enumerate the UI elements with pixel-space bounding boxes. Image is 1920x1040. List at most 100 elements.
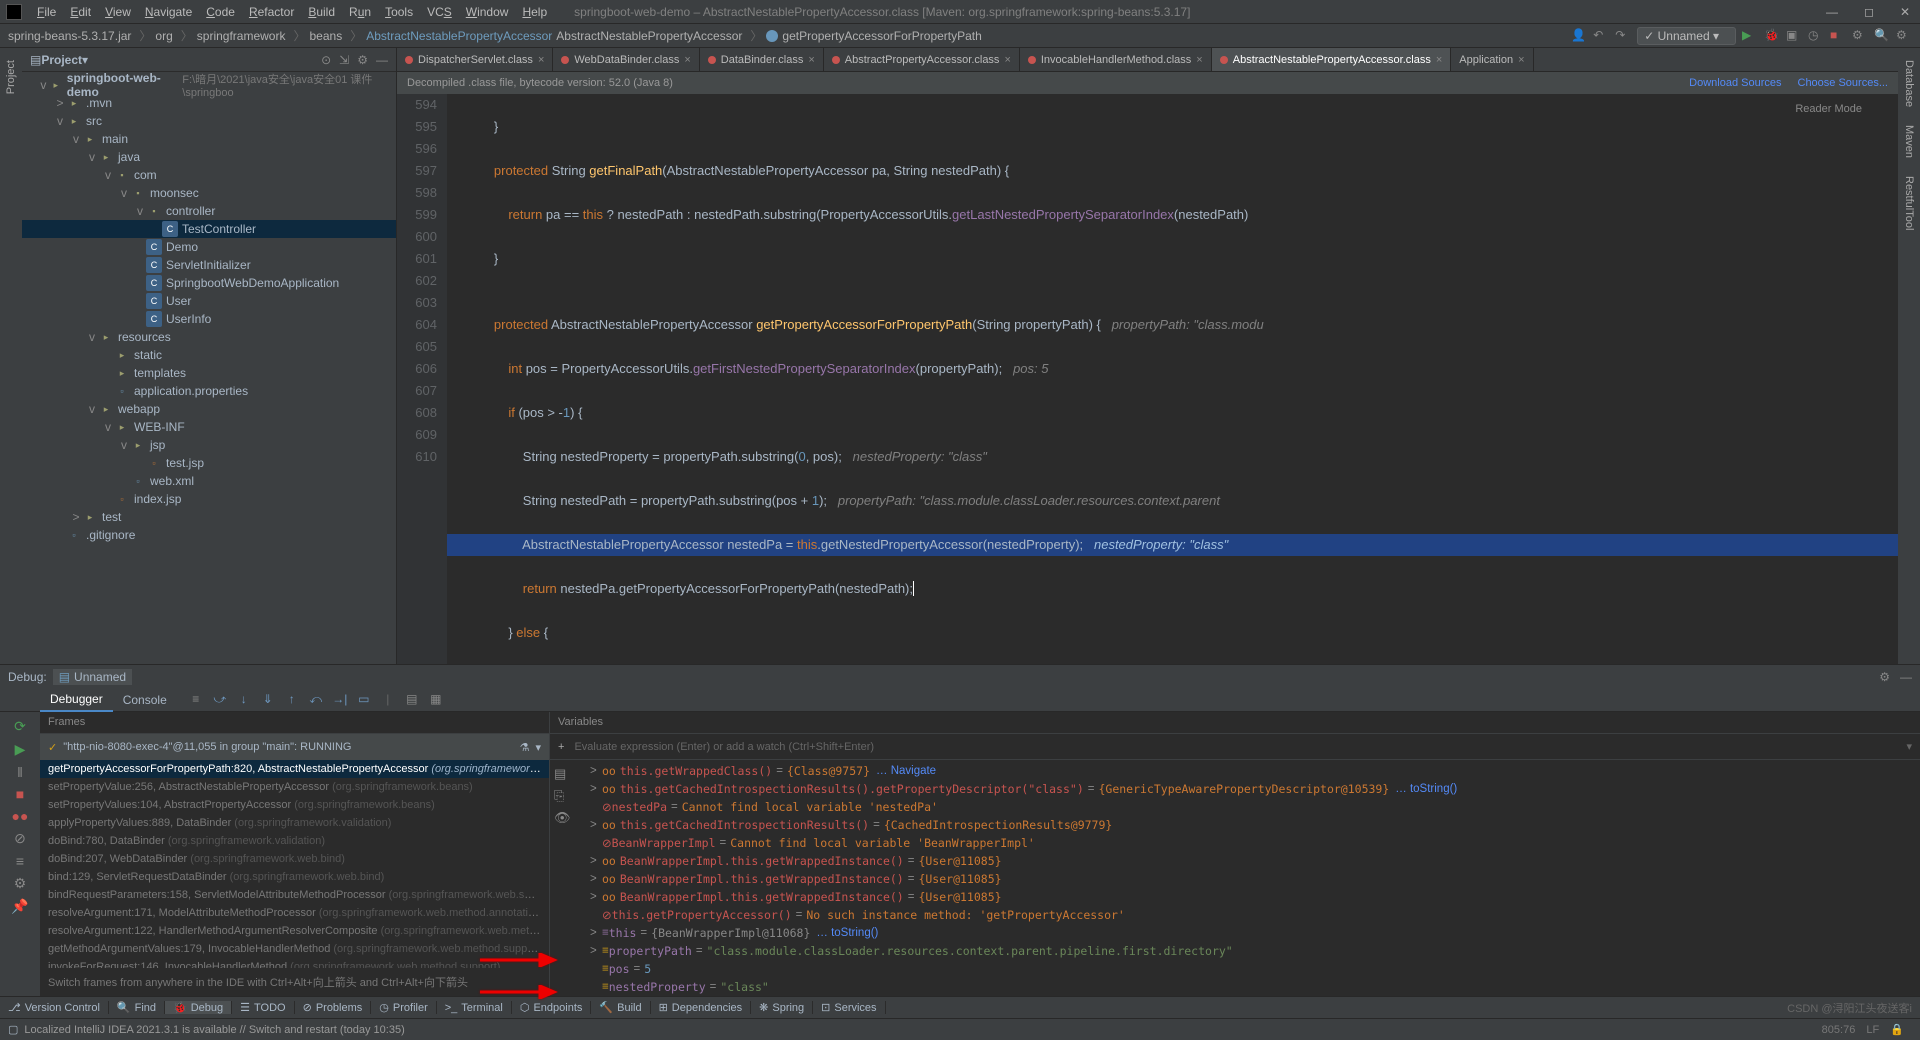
status-item[interactable]: ☰TODO <box>232 1001 294 1014</box>
pin-icon[interactable]: 📌 <box>11 898 28 915</box>
window-maximize-icon[interactable]: ◻ <box>1860 5 1878 19</box>
crumb-class[interactable]: AbstractNestablePropertyAccessor <box>366 29 556 43</box>
tree-node[interactable]: v▪com <box>22 166 396 184</box>
step-out-icon[interactable]: ↑ <box>283 692 301 707</box>
stack-frame[interactable]: setPropertyValues:104, AbstractPropertyA… <box>40 796 549 814</box>
nav-fwd-icon[interactable]: ↷ <box>1615 28 1631 44</box>
status-item[interactable]: 🔍Find <box>109 1001 165 1014</box>
lock-icon[interactable]: 🔒 <box>1890 1024 1904 1036</box>
menu-edit[interactable]: Edit <box>63 5 98 19</box>
window-close-icon[interactable]: ✕ <box>1896 5 1914 19</box>
tool-maven-tab[interactable]: Maven <box>1901 117 1917 166</box>
evaluate-input[interactable]: + Evaluate expression (Enter) or add a w… <box>550 734 1920 760</box>
stop-icon[interactable]: ■ <box>16 786 24 802</box>
variable-row[interactable]: > oo BeanWrapperImpl.this.getWrappedInst… <box>550 888 1920 906</box>
tree-node[interactable]: v▸resources <box>22 328 396 346</box>
tree-node[interactable]: ▫index.jsp <box>22 490 396 508</box>
status-item[interactable]: ⬡Endpoints <box>512 1001 592 1014</box>
hide-icon[interactable]: — <box>1900 670 1912 684</box>
toolbox-icon[interactable]: ▢ <box>8 1023 18 1036</box>
editor-tab[interactable]: InvocableHandlerMethod.class× <box>1020 48 1212 71</box>
variable-row[interactable]: > oo BeanWrapperImpl.this.getWrappedInst… <box>550 852 1920 870</box>
tree-root[interactable]: v▸ springboot-web-demoF:\暗月\2021\java安全\… <box>22 76 396 94</box>
status-item[interactable]: ❋Spring <box>751 1001 813 1014</box>
debug-button-icon[interactable]: 🐞 <box>1764 28 1780 44</box>
window-minimize-icon[interactable]: — <box>1822 5 1842 19</box>
variable-row[interactable]: > oo this.getWrappedClass()= {Class@9757… <box>550 762 1920 780</box>
layout-icon[interactable]: ▦ <box>427 692 445 707</box>
debug-config[interactable]: ▤Unnamed <box>53 669 132 685</box>
vars-settings-icon[interactable]: 👁 <box>554 810 571 826</box>
list-layout-icon[interactable]: ▤ <box>554 766 571 782</box>
menu-file[interactable]: File <box>30 5 63 19</box>
tree-node[interactable]: v▸main <box>22 130 396 148</box>
settings-icon[interactable]: ⚙ <box>357 53 368 67</box>
code-editor[interactable]: Reader Mode 5945955965975985996006016026… <box>397 94 1898 664</box>
variable-row[interactable]: ≡ pos= 5 <box>550 960 1920 978</box>
variables-list[interactable]: > oo this.getWrappedClass()= {Class@9757… <box>550 760 1920 996</box>
hide-icon[interactable]: — <box>376 53 388 67</box>
stack-frame[interactable]: getPropertyAccessorForPropertyPath:820, … <box>40 760 549 778</box>
line-sep[interactable]: LF <box>1866 1024 1879 1036</box>
editor-tab[interactable]: DataBinder.class× <box>700 48 824 71</box>
tree-node[interactable]: >▸test <box>22 508 396 526</box>
run-button-icon[interactable]: ▶ <box>1742 28 1758 44</box>
run-cursor-icon[interactable]: →| <box>331 692 349 707</box>
crumb-pkg[interactable]: beans <box>310 29 347 43</box>
reader-mode-badge[interactable]: Reader Mode <box>1789 96 1868 122</box>
caret-position[interactable]: 805:76 <box>1822 1024 1856 1036</box>
status-item[interactable]: ⊘Problems <box>295 1001 372 1014</box>
crumb-method[interactable]: getPropertyAccessorForPropertyPath <box>766 29 985 43</box>
nav-user-icon[interactable]: 👤 <box>1571 28 1587 44</box>
run-config-select[interactable]: ✓ Unnamed ▾ <box>1637 27 1736 45</box>
tree-node[interactable]: ▫application.properties <box>22 382 396 400</box>
editor-tab[interactable]: AbstractNestablePropertyAccessor.class× <box>1212 48 1452 71</box>
tree-node[interactable]: CUser <box>22 292 396 310</box>
status-item[interactable]: ⎇Version Control <box>0 1001 109 1014</box>
search-icon[interactable]: 🔍 <box>1874 28 1890 44</box>
copy-icon[interactable]: ⎘ <box>554 788 571 804</box>
status-item[interactable]: ⊞Dependencies <box>651 1001 752 1014</box>
menu-refactor[interactable]: Refactor <box>242 5 301 19</box>
tree-node[interactable]: CDemo <box>22 238 396 256</box>
tree-node[interactable]: CTestController <box>22 220 396 238</box>
step-over-icon[interactable]: ⤻ <box>211 692 229 707</box>
thread-selector[interactable]: ✓ "http-nio-8080-exec-4"@11,055 in group… <box>40 734 549 760</box>
tree-node[interactable]: ▫web.xml <box>22 472 396 490</box>
crumb-pkg[interactable]: org <box>155 29 176 43</box>
editor-tab[interactable]: Application× <box>1451 48 1533 71</box>
mute-bp-icon[interactable]: ⊘ <box>14 830 26 847</box>
variable-row[interactable]: > ≡ this= {BeanWrapperImpl@11068}… toStr… <box>550 924 1920 942</box>
tree-node[interactable]: v▸WEB-INF <box>22 418 396 436</box>
tree-node[interactable]: CServletInitializer <box>22 256 396 274</box>
crumb-jar[interactable]: spring-beans-5.3.17.jar <box>8 29 135 43</box>
status-item[interactable]: 🔨Build <box>591 1001 650 1014</box>
variable-row[interactable]: ⊘ nestedPa= Cannot find local variable '… <box>550 798 1920 816</box>
resume-icon[interactable]: ▶ <box>15 741 26 758</box>
settings-icon[interactable]: ⚙ <box>14 875 27 892</box>
variable-row[interactable]: ⊘ BeanWrapperImpl= Cannot find local var… <box>550 834 1920 852</box>
menu-view[interactable]: View <box>98 5 138 19</box>
add-watch-icon[interactable]: + <box>558 741 564 753</box>
pause-icon[interactable]: ‖ <box>17 764 23 780</box>
variable-row[interactable]: ⊘ this.getPropertyAccessor()= No such in… <box>550 906 1920 924</box>
stack-frame[interactable]: doBind:207, WebDataBinder (org.springfra… <box>40 850 549 868</box>
menu-vcs[interactable]: VCS <box>420 5 459 19</box>
menu-help[interactable]: Help <box>515 5 554 19</box>
menu-tools[interactable]: Tools <box>378 5 420 19</box>
variable-row[interactable]: > oo BeanWrapperImpl.this.getWrappedInst… <box>550 870 1920 888</box>
stack-frame[interactable]: doBind:780, DataBinder (org.springframew… <box>40 832 549 850</box>
tree-node[interactable]: v▸webapp <box>22 400 396 418</box>
step-into-icon[interactable]: ↓ <box>235 692 253 707</box>
menu-build[interactable]: Build <box>301 5 342 19</box>
tree-node[interactable]: v▪controller <box>22 202 396 220</box>
tree-node[interactable]: CUserInfo <box>22 310 396 328</box>
settings-icon[interactable]: ⚙ <box>1896 28 1912 44</box>
stack-frame[interactable]: bindRequestParameters:158, ServletModelA… <box>40 886 549 904</box>
status-item[interactable]: >_Terminal <box>437 1001 512 1014</box>
menu-navigate[interactable]: Navigate <box>138 5 199 19</box>
nav-back-icon[interactable]: ↶ <box>1593 28 1609 44</box>
tree-node[interactable]: ▸templates <box>22 364 396 382</box>
force-step-icon[interactable]: ⇓ <box>259 692 277 707</box>
trace-icon[interactable]: ▤ <box>403 692 421 707</box>
